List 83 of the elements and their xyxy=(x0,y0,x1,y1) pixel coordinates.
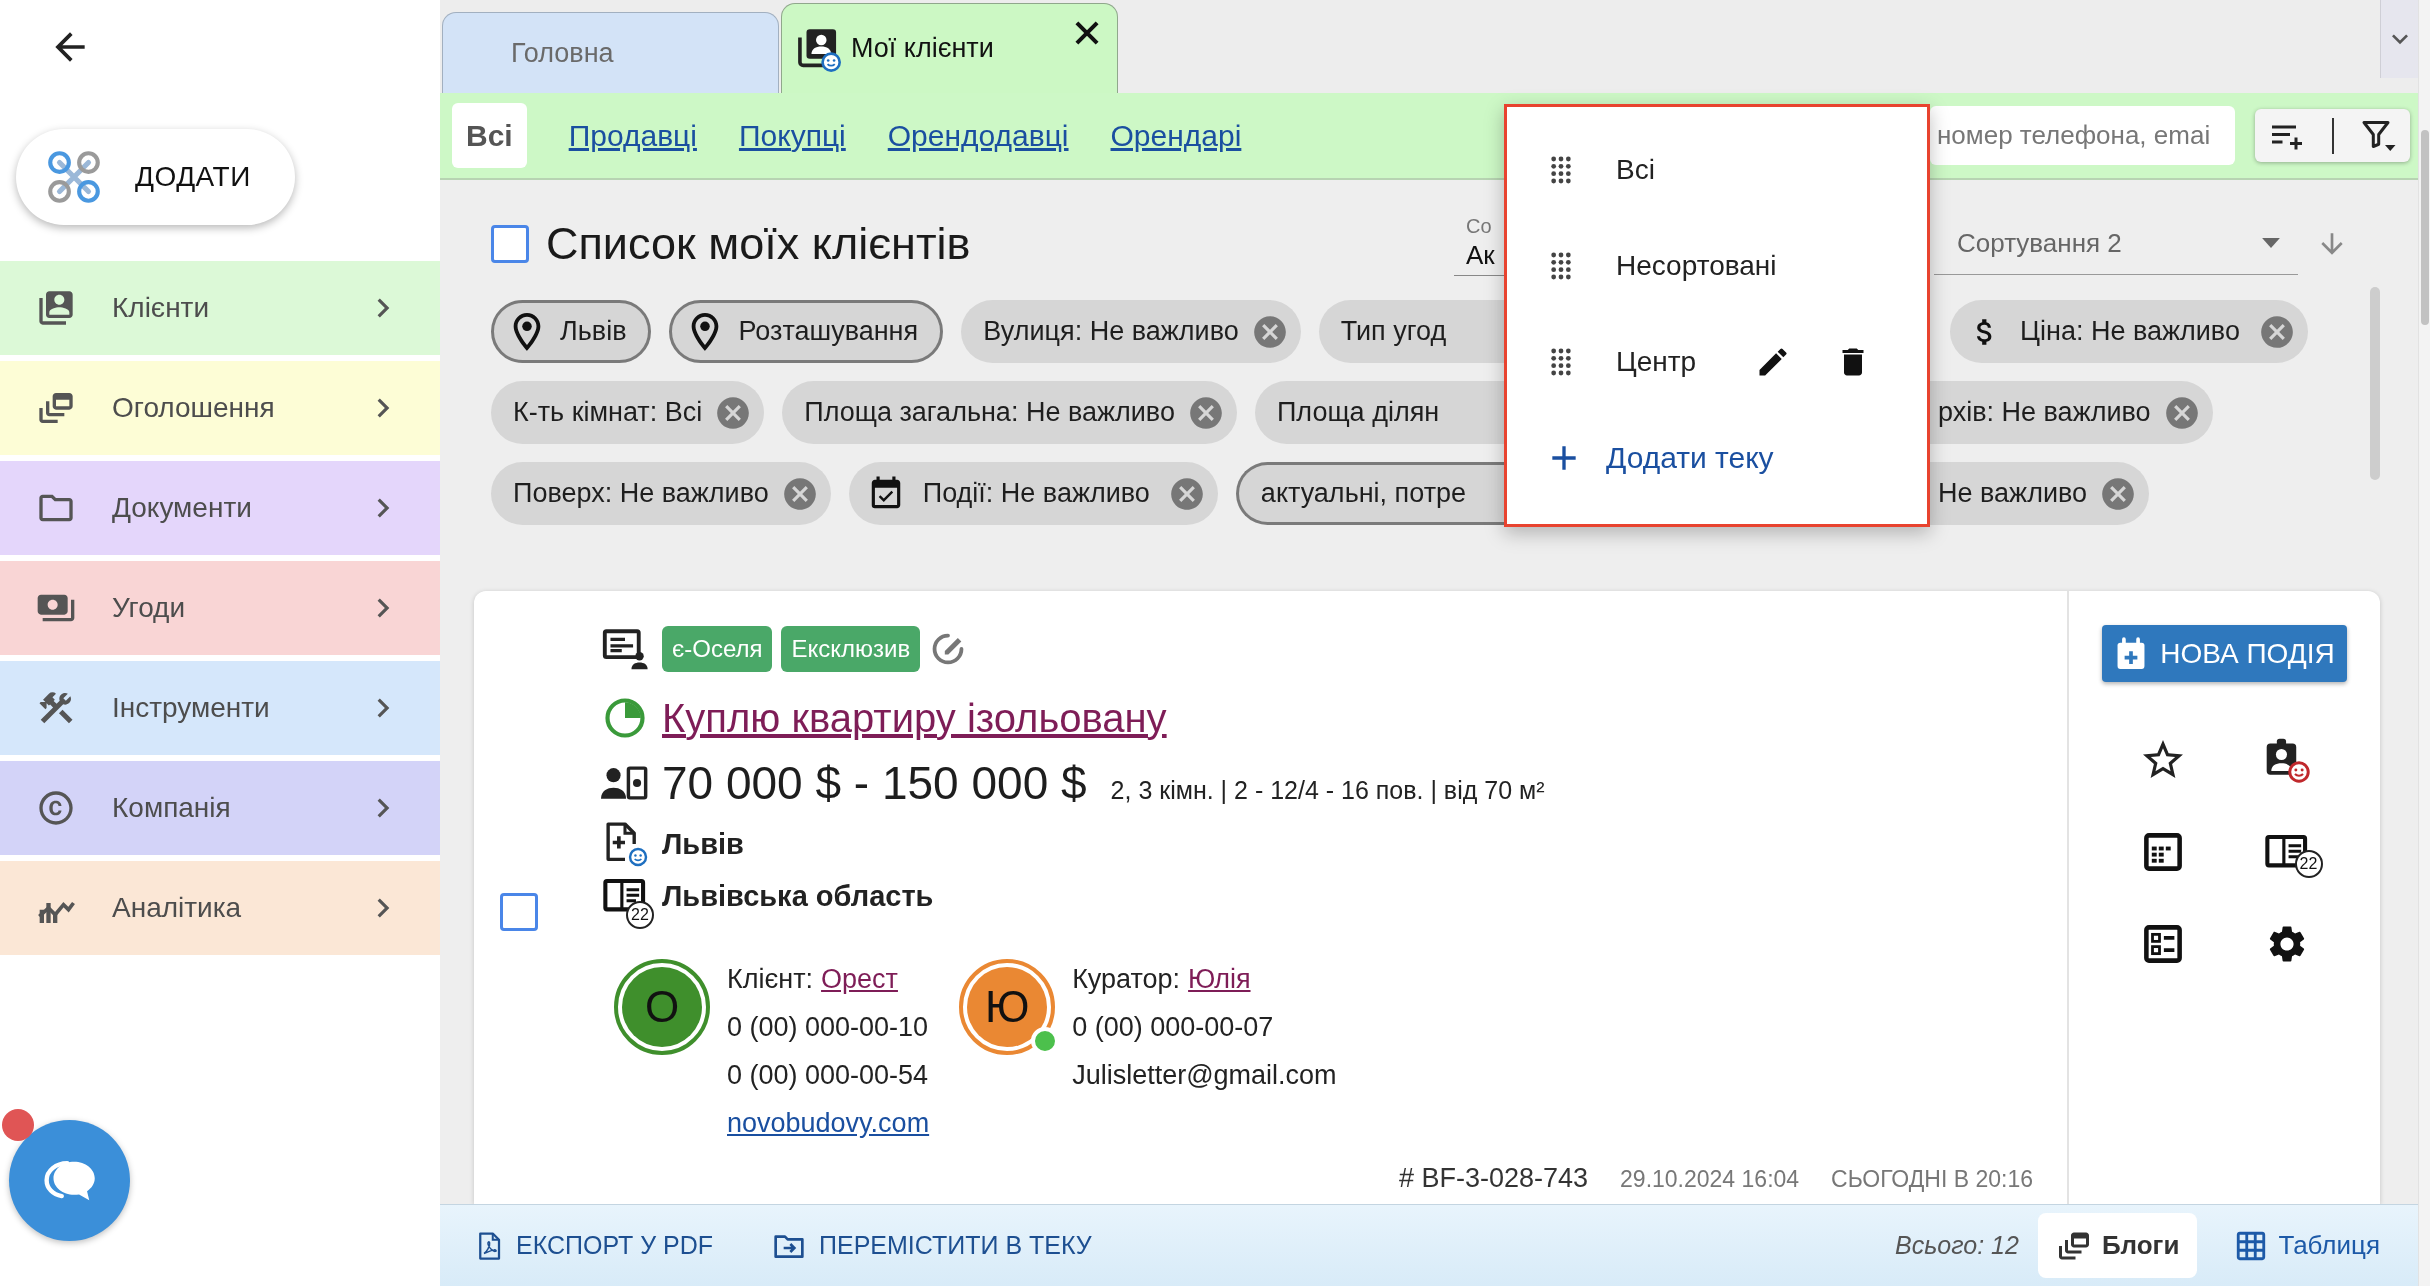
avatar: Ю xyxy=(959,959,1056,1055)
updated-date: СЬОГОДНІ В 20:16 xyxy=(1831,1166,2033,1193)
price-chip[interactable]: Ціна: Не важливо xyxy=(1950,300,2308,363)
count-badge: 22 xyxy=(2294,850,2323,878)
contact-detail: 0 (00) 000-00-10 xyxy=(727,1010,929,1044)
drag-handle-icon xyxy=(1550,251,1572,281)
sidebar-item[interactable]: Угоди xyxy=(0,561,440,655)
drag-handle-icon xyxy=(1550,155,1572,185)
contacts-icon xyxy=(36,288,76,328)
location-chip[interactable]: Розташування xyxy=(669,300,944,363)
contact-detail: 0 (00) 000-00-54 xyxy=(727,1058,929,1092)
price-range: 70 000 $ - 150 000 $ xyxy=(662,756,1087,810)
search-field[interactable]: номер телефона, emai xyxy=(1930,106,2235,165)
filter-chip[interactable]: Площа ділян xyxy=(1254,381,1504,444)
tab[interactable]: Мої клієнти xyxy=(781,3,1118,93)
listing-code: # BF-3-028-743 xyxy=(1398,1163,1589,1194)
sidebar-item[interactable]: Клієнти xyxy=(0,261,440,355)
scrollbar-thumb[interactable] xyxy=(2420,130,2429,325)
checklist-icon[interactable] xyxy=(2141,923,2184,965)
role-label: Куратор: xyxy=(1072,963,1181,995)
listing-title-link[interactable]: Куплю квартиру ізольовану xyxy=(662,695,1167,741)
region-name: Львівська область xyxy=(662,879,934,913)
count-badge: 22 xyxy=(626,901,654,929)
new-event-button[interactable]: НОВА ПОДІЯ xyxy=(2102,625,2347,682)
contact-detail: Julisletter@gmail.com xyxy=(1072,1058,1337,1092)
location-pin-icon xyxy=(690,311,721,352)
contact-name-link[interactable]: Орест xyxy=(821,963,898,995)
add-folder-button[interactable]: Додати теку xyxy=(1507,410,1927,506)
location-pin-icon xyxy=(512,311,542,352)
menu-item[interactable]: Всі xyxy=(1507,122,1927,218)
sidebar-item[interactable]: Компанія xyxy=(0,761,440,855)
sort-select[interactable]: Сортування 2 xyxy=(1934,212,2298,275)
chat-button[interactable] xyxy=(9,1120,130,1241)
tab[interactable]: Головна xyxy=(442,12,779,93)
filter-chip[interactable]: Вулиця: Не важливо xyxy=(961,300,1301,363)
location-chip[interactable]: Львів xyxy=(491,300,652,363)
contact-detail: 0 (00) 000-00-07 xyxy=(1072,1010,1274,1044)
dropdown-caret-icon xyxy=(2262,238,2280,248)
grid-list-icon[interactable] xyxy=(2141,831,2184,873)
person-money-icon xyxy=(601,764,648,802)
add-button[interactable]: ДОДАТИ xyxy=(16,129,295,225)
menu-item[interactable]: Центр xyxy=(1507,314,1927,410)
events-chip[interactable]: Події: Не важливо xyxy=(848,462,1218,525)
sidebar-item[interactable]: Документи xyxy=(0,461,440,555)
copyright-icon xyxy=(36,788,76,828)
sidebar-item[interactable]: Оголошення xyxy=(0,361,440,455)
filter-tab[interactable]: Всі xyxy=(452,103,527,168)
filter-tab[interactable]: Орендодавці xyxy=(887,118,1069,153)
view-toggle[interactable]: Таблиця xyxy=(2216,1213,2380,1278)
avatar: О xyxy=(614,959,710,1055)
filter-chip[interactable]: Тип угод xyxy=(1318,300,1504,363)
filter-chip[interactable]: Площа загальна: Не важливо xyxy=(782,381,1237,444)
scrollbar-thumb[interactable] xyxy=(2370,287,2380,480)
move-to-folder-button[interactable]: ПЕРЕМІСТИТИ В ТЕКУ xyxy=(771,1229,1092,1262)
sidebar-item[interactable]: Інструменти xyxy=(0,661,440,755)
close-icon[interactable] xyxy=(1075,21,1099,45)
export-pdf-button[interactable]: ЕКСПОРТ У PDF xyxy=(474,1228,714,1263)
sidebar-item[interactable]: Аналітика xyxy=(0,861,440,955)
created-date: 29.10.2024 16:04 xyxy=(1620,1166,1800,1193)
row-checkbox[interactable] xyxy=(500,893,538,931)
city-name: Львів xyxy=(662,827,744,861)
listing-tag: Ексклюзив xyxy=(781,626,921,672)
filter-chip[interactable]: Не важливо xyxy=(1930,462,2150,525)
website-link[interactable]: novobudovy.com xyxy=(727,1107,930,1139)
menu-item[interactable]: Несортовані xyxy=(1507,218,1927,314)
filter-tab[interactable]: Орендарі xyxy=(1110,118,1242,153)
view-toggle[interactable]: Блоги xyxy=(2037,1213,2198,1278)
filter-tab[interactable]: Продавці xyxy=(568,118,697,153)
filter-chip[interactable]: К-ть кімнат: Всі xyxy=(491,381,765,444)
role-label: Клієнт: xyxy=(727,963,814,995)
status-chip[interactable]: актуальні, потре xyxy=(1235,462,1504,525)
pie-chart-icon xyxy=(603,697,646,739)
property-details: 2, 3 кімн. | 2 - 12/4 - 16 пов. | від 70 м² xyxy=(1110,776,1545,805)
total-count: Всього: 12 xyxy=(1895,1231,2019,1260)
page-title: Список моїх клієнтів xyxy=(546,217,971,270)
filter-chip[interactable]: рхів: Не важливо xyxy=(1930,381,2213,444)
drag-handle-icon xyxy=(1550,347,1572,377)
filter-chip[interactable]: Поверх: Не важливо xyxy=(491,462,831,525)
filter-tab[interactable]: Покупці xyxy=(738,118,846,153)
listing-tag: є-Оселя xyxy=(662,626,773,672)
ad-card-icon xyxy=(601,628,648,670)
select-all-checkbox[interactable] xyxy=(491,224,529,263)
contact-name-link[interactable]: Юлія xyxy=(1188,963,1251,995)
